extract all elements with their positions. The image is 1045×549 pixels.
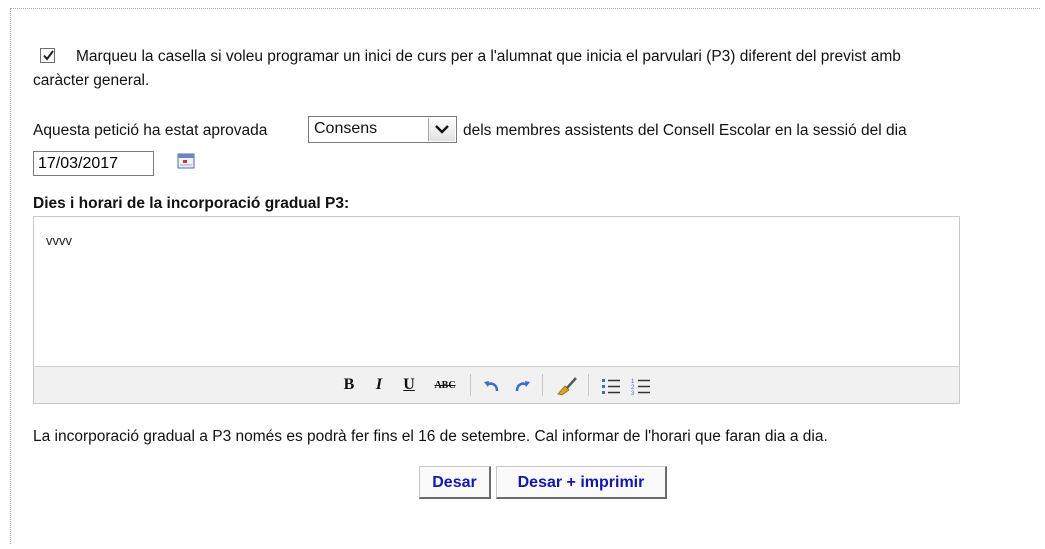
italic-button[interactable]: I [370,376,388,396]
editor-toolbar: B I U ABC 1 2 3 [34,366,959,403]
checkbox-label-line2: caràcter general. [33,72,150,89]
strikethrough-button[interactable]: ABC [432,376,458,396]
toolbar-separator [542,374,543,396]
program-start-checkbox[interactable] [40,48,55,63]
save-button[interactable]: Desar [419,466,491,499]
bullet-list-icon[interactable] [600,376,622,396]
bold-button[interactable]: B [340,376,358,396]
svg-text:3: 3 [631,391,635,396]
underline-button[interactable]: U [400,376,418,396]
toolbar-separator [470,374,471,396]
clear-formatting-brush-icon[interactable] [556,376,578,396]
undo-icon[interactable] [482,376,502,396]
approval-prefix-text: Aquesta petició ha estat aprovada [33,122,268,139]
approval-type-select[interactable]: Consens [308,116,457,143]
chevron-down-icon [435,125,449,134]
dropdown-arrow[interactable] [428,118,455,141]
schedule-heading: Dies i horari de la incorporació gradual… [33,195,350,212]
calendar-icon[interactable] [177,153,195,169]
checkmark-icon [43,50,54,61]
rich-text-editor[interactable]: vvvv B I U ABC 1 2 3 [33,216,960,404]
editor-content[interactable]: vvvv [46,233,72,248]
checkbox-label-line1: Marqueu la casella si voleu programar un… [76,48,901,65]
toolbar-separator [588,374,589,396]
approval-type-value: Consens [314,120,378,137]
incorporation-note: La incorporació gradual a P3 només es po… [33,428,828,445]
session-date-input[interactable] [33,151,154,176]
numbered-list-icon[interactable]: 1 2 3 [630,376,652,396]
save-and-print-button[interactable]: Desar + imprimir [496,466,667,499]
approval-suffix-text: dels membres assistents del Consell Esco… [463,122,907,139]
redo-icon[interactable] [512,376,532,396]
